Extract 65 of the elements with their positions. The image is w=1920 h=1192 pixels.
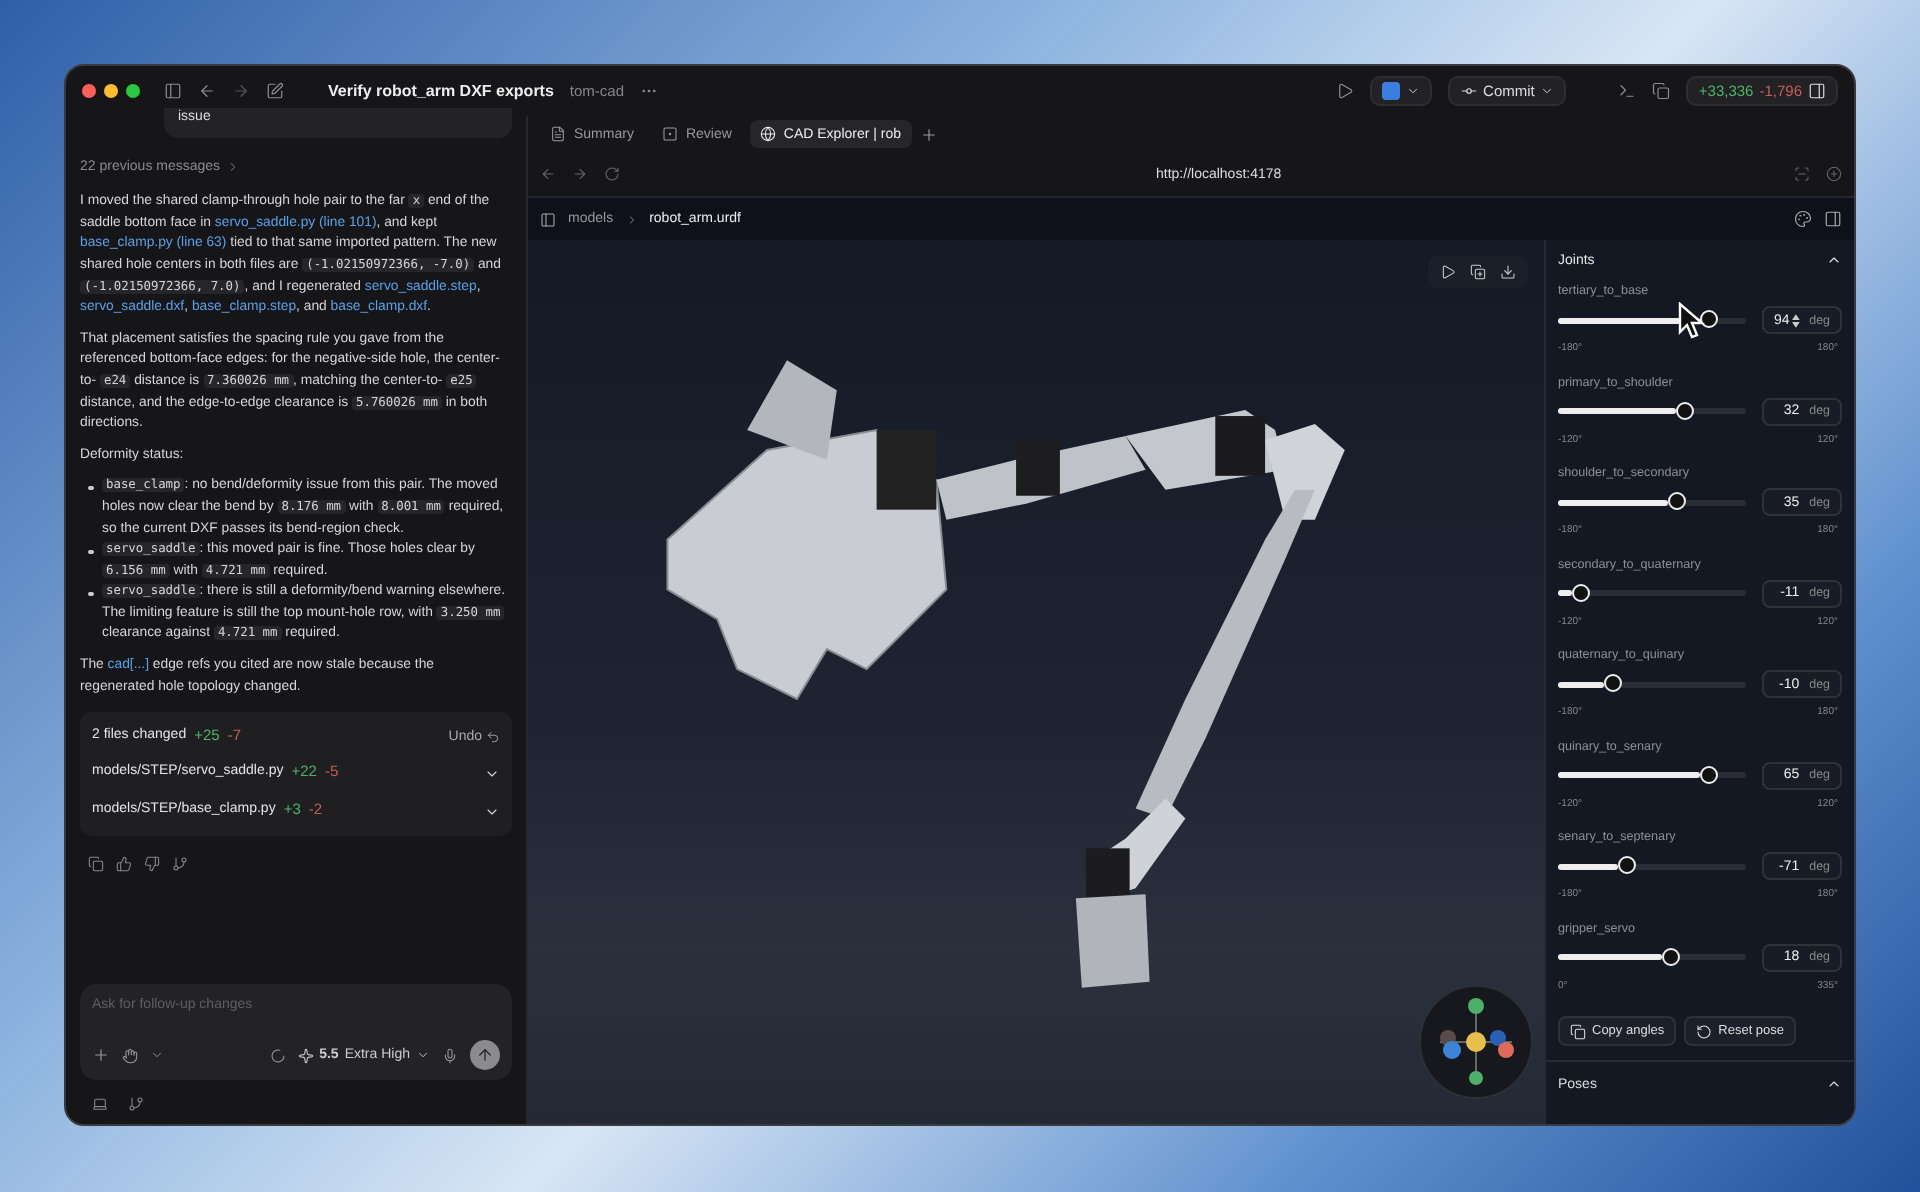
arrow-up-icon	[476, 1046, 494, 1064]
download-icon[interactable]	[1500, 264, 1516, 280]
thumbs-down-icon[interactable]	[144, 856, 160, 873]
back-icon[interactable]	[198, 82, 216, 100]
branch-icon[interactable]	[128, 1096, 144, 1112]
terminal-icon[interactable]	[1618, 82, 1637, 100]
slider-thumb[interactable]	[1661, 947, 1680, 965]
sidebar-icon[interactable]	[164, 82, 182, 100]
thumbs-up-icon[interactable]	[116, 856, 132, 873]
minimize-button[interactable]	[104, 84, 118, 98]
copy-icon[interactable]	[1470, 264, 1486, 280]
slider-track[interactable]	[1558, 954, 1746, 960]
slider-thumb[interactable]	[1676, 401, 1695, 419]
new-tab-icon[interactable]	[919, 125, 938, 143]
branch-icon[interactable]	[172, 856, 188, 873]
panel-icon[interactable]	[1824, 210, 1842, 228]
cursor-icon	[1678, 302, 1706, 340]
close-button[interactable]	[82, 84, 96, 98]
slider-thumb[interactable]	[1699, 765, 1717, 783]
editor-dropdown[interactable]	[1369, 76, 1432, 106]
compose-icon[interactable]	[266, 82, 284, 100]
commit-icon	[1459, 82, 1478, 100]
review-icon	[661, 126, 678, 142]
microphone-icon[interactable]	[442, 1047, 458, 1063]
slider-thumb[interactable]	[1668, 492, 1687, 510]
add-icon[interactable]	[1826, 166, 1842, 182]
chevron-up-icon[interactable]	[1826, 252, 1842, 268]
undo-icon	[486, 729, 500, 744]
slider-track[interactable]	[1558, 772, 1746, 778]
palette-icon[interactable]	[1794, 210, 1812, 228]
panel-icon	[1808, 82, 1826, 100]
slider-track[interactable]	[1558, 408, 1746, 414]
chevron-right-icon	[625, 213, 638, 225]
sidebar-icon[interactable]	[540, 211, 556, 227]
forward-icon[interactable]	[572, 166, 588, 182]
play-icon[interactable]	[1440, 264, 1456, 280]
laptop-icon[interactable]	[92, 1096, 108, 1112]
plus-icon[interactable]	[92, 1046, 110, 1064]
hand-icon[interactable]	[122, 1047, 138, 1063]
reload-icon[interactable]	[604, 166, 620, 182]
globe-icon	[759, 126, 776, 142]
stepper-icon[interactable]	[1791, 313, 1800, 327]
reset-icon	[1696, 1023, 1713, 1039]
back-icon[interactable]	[540, 166, 556, 182]
chevron-up-icon[interactable]	[1826, 1076, 1842, 1092]
copy-icon	[1570, 1023, 1586, 1039]
send-button[interactable]	[470, 1040, 500, 1070]
chevron-right-icon	[226, 160, 241, 175]
chevron-down-icon	[416, 1048, 430, 1062]
slider-thumb[interactable]	[1603, 674, 1622, 692]
3d-viewport[interactable]	[528, 240, 1544, 1124]
copy-icon[interactable]	[88, 856, 104, 873]
document-icon	[550, 126, 566, 142]
zoom-button[interactable]	[126, 84, 140, 98]
slider-thumb[interactable]	[1571, 583, 1590, 601]
run-icon[interactable]	[1335, 82, 1354, 100]
slider-thumb[interactable]	[1700, 310, 1719, 328]
copy-icon[interactable]	[1652, 82, 1671, 100]
chevron-down-icon	[1540, 84, 1555, 98]
spinner-icon	[269, 1047, 286, 1063]
slider-thumb[interactable]	[1618, 856, 1637, 874]
axis-gizmo-icon[interactable]	[1418, 984, 1534, 1100]
window-title: Verify robot_arm DXF exports	[328, 82, 554, 100]
sparkle-icon	[297, 1047, 314, 1063]
chevron-down-icon	[1405, 84, 1420, 98]
